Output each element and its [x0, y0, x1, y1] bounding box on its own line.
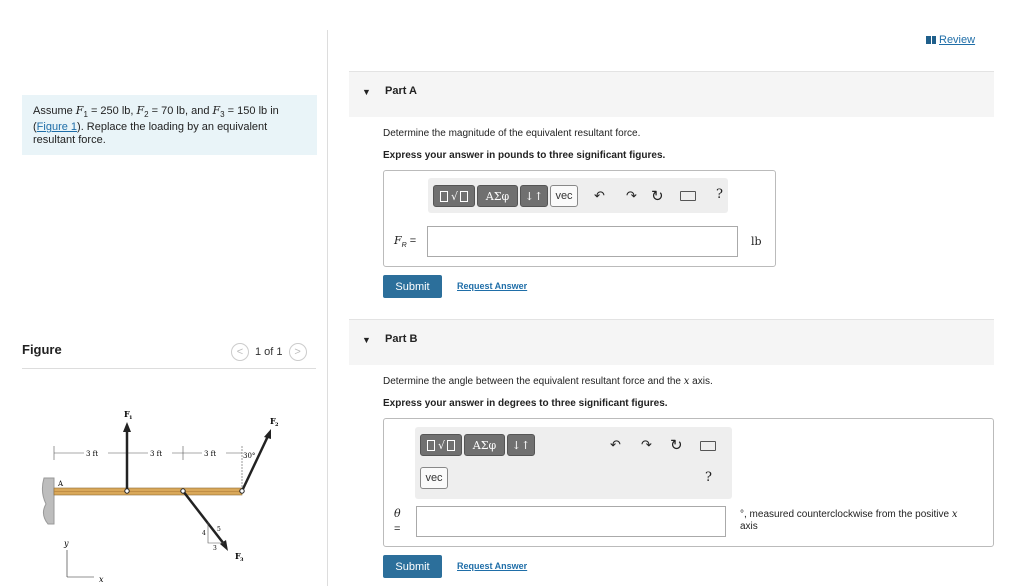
dimension-label-2: 3 ft [150, 450, 162, 458]
fr-label: FR = [394, 234, 417, 250]
subscript-superscript-button[interactable]: ↓↑ [507, 434, 535, 456]
angle-label: 30° [243, 452, 255, 460]
prev-figure-button[interactable]: < [231, 343, 249, 361]
reset-icon[interactable]: ↻ [670, 436, 683, 454]
slope-5-label: 5 [217, 526, 221, 533]
vector-button[interactable]: vec [420, 467, 448, 489]
part-b-instruction: Express your answer in degrees to three … [383, 398, 668, 409]
part-a-header[interactable]: ▼ Part A [349, 71, 994, 117]
subscript-superscript-button[interactable]: ↓↑ [520, 185, 548, 207]
slope-3-label: 3 [213, 545, 217, 552]
f2-symbol: F [136, 104, 145, 117]
collapse-triangle-icon[interactable]: ▼ [362, 87, 371, 97]
redo-icon[interactable]: ↷ [626, 188, 637, 204]
part-a-request-answer-link[interactable]: Request Answer [457, 281, 527, 291]
templates-button[interactable]: √ [433, 185, 475, 207]
vector-button[interactable]: vec [550, 185, 578, 207]
figure-link[interactable]: Figure 1 [37, 121, 77, 133]
part-b-toolbar: √ ΑΣφ ↓↑ ↶ ↷ ↻ vec ? [415, 427, 732, 499]
theta-equals: = [394, 523, 401, 535]
book-icon [926, 36, 936, 44]
part-b-submit-button[interactable]: Submit [383, 555, 442, 578]
figure-page-count: 1 of 1 [255, 346, 283, 358]
f1-value: = 250 lb, [87, 105, 137, 117]
part-b-question: Determine the angle between the equivale… [383, 376, 713, 387]
keyboard-icon[interactable] [680, 191, 696, 201]
review-link[interactable]: Review [926, 34, 975, 46]
slope-4-label: 4 [202, 530, 206, 537]
theta-answer-input[interactable] [416, 506, 726, 537]
templates-button[interactable]: √ [420, 434, 462, 456]
part-b-answer-box: √ ΑΣφ ↓↑ ↶ ↷ ↻ vec ? θ = °, measured cou… [383, 418, 994, 547]
dimension-label-3: 3 ft [204, 450, 216, 458]
figure-title: Figure [22, 342, 62, 357]
f3-value: = 150 lb in [224, 105, 279, 117]
part-a-title: Part A [385, 85, 417, 97]
part-b-request-answer-link[interactable]: Request Answer [457, 561, 527, 571]
problem-text: Assume [33, 105, 76, 117]
beam-figure: A 3 ft 3 ft 3 ft F 1 F 2 30° F 3 5 4 3 y… [41, 409, 279, 584]
reset-icon[interactable]: ↻ [651, 187, 664, 205]
wall-support [41, 477, 55, 525]
redo-icon[interactable]: ↷ [641, 437, 652, 453]
next-figure-button[interactable]: > [288, 343, 307, 361]
part-a-submit-button[interactable]: Submit [383, 275, 442, 298]
svg-text:3: 3 [240, 557, 244, 563]
greek-symbols-button[interactable]: ΑΣφ [477, 185, 518, 207]
fr-answer-input[interactable] [427, 226, 738, 257]
part-a-answer-box: √ ΑΣφ ↓↑ vec ↶ ↷ ↻ ? FR = lb [383, 170, 776, 267]
figure-divider [22, 368, 316, 369]
dimension-label-1: 3 ft [86, 450, 98, 458]
part-b-header[interactable]: ▼ Part B [349, 319, 994, 365]
figure-pager: < 1 of 1 > [231, 343, 307, 361]
part-a-toolbar: √ ΑΣφ ↓↑ vec ↶ ↷ ↻ ? [428, 178, 728, 213]
panel-divider [327, 30, 328, 586]
y-axis-label: y [63, 539, 69, 548]
undo-icon[interactable]: ↶ [610, 437, 621, 453]
problem-statement: Assume F1 = 250 lb, F2 = 70 lb, and F3 =… [22, 95, 317, 155]
f2-arrow [240, 435, 270, 492]
help-icon[interactable]: ? [716, 187, 723, 202]
help-icon[interactable]: ? [705, 470, 712, 485]
point-a-label: A [57, 480, 64, 488]
undo-icon[interactable]: ↶ [594, 188, 605, 204]
fr-unit: lb [751, 235, 762, 248]
x-axis-label: x [99, 575, 104, 584]
part-a-instruction: Express your answer in pounds to three s… [383, 150, 666, 161]
svg-text:1: 1 [129, 415, 132, 421]
part-a-question: Determine the magnitude of the equivalen… [383, 128, 641, 139]
theta-unit: °, measured counterclockwise from the po… [740, 509, 958, 532]
f2-value: = 70 lb, and [148, 105, 213, 117]
keyboard-icon[interactable] [700, 441, 716, 451]
theta-label: θ [394, 507, 401, 520]
review-label[interactable]: Review [939, 34, 975, 46]
greek-symbols-button[interactable]: ΑΣφ [464, 434, 505, 456]
svg-text:2: 2 [275, 422, 279, 428]
part-b-title: Part B [385, 333, 418, 345]
collapse-triangle-icon[interactable]: ▼ [362, 335, 371, 345]
